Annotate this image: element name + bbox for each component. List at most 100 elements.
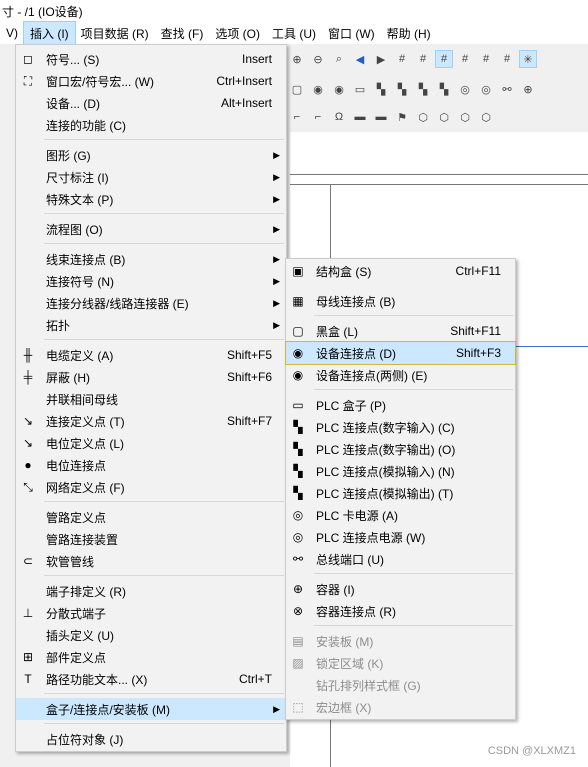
sub_menu-item[interactable]: ▚ PLC 连接点(数字输入) (C) bbox=[286, 416, 515, 438]
sub_menu-item[interactable]: ⚯ 总线端口 (U) bbox=[286, 548, 515, 570]
insert_menu-item[interactable]: 端子排定义 (R) bbox=[16, 580, 286, 602]
insert_menu-item[interactable]: 连接符号 (N) ▶ bbox=[16, 270, 286, 292]
menu-separator bbox=[44, 693, 284, 694]
insert_menu-item[interactable]: 连接分线器/线路连接器 (E) ▶ bbox=[16, 292, 286, 314]
insert_menu-item[interactable]: ⊥ 分散式端子 bbox=[16, 602, 286, 624]
insert_menu-item[interactable]: 流程图 (O) ▶ bbox=[16, 218, 286, 240]
device-both-icon[interactable]: ◉ bbox=[330, 80, 348, 98]
insert_menu-item-icon: ╪ bbox=[23, 370, 33, 384]
plc-dout-icon[interactable]: ▚ bbox=[393, 80, 411, 98]
insert_menu-item[interactable]: 拓扑 ▶ bbox=[16, 314, 286, 336]
plc-din-icon[interactable]: ▚ bbox=[372, 80, 390, 98]
sub_menu-item[interactable]: ◉ 设备连接点 (D) Shift+F3 bbox=[285, 341, 516, 365]
sub_menu-item[interactable]: ▚ PLC 连接点(模拟输入) (N) bbox=[286, 460, 515, 482]
insert_menu-item-icon bbox=[20, 251, 36, 267]
menu-options[interactable]: 选项 (O) bbox=[209, 22, 266, 45]
insert_menu-item[interactable]: ╫ 电缆定义 (A) Shift+F5 bbox=[16, 344, 286, 366]
insert_menu-item[interactable]: ⛶ 窗口宏/符号宏... (W) Ctrl+Insert bbox=[16, 70, 286, 92]
grid-d-icon[interactable]: # bbox=[456, 50, 474, 68]
menu-view[interactable]: V) bbox=[0, 23, 24, 43]
cube3-icon[interactable]: ⬡ bbox=[456, 108, 474, 126]
line-icon[interactable]: ▬ bbox=[351, 108, 369, 126]
cube-icon[interactable]: ⬡ bbox=[414, 108, 432, 126]
sub_menu-item[interactable]: ▣ 结构盒 (S) Ctrl+F11 bbox=[286, 260, 515, 282]
insert_menu-item[interactable]: ● 电位连接点 bbox=[16, 454, 286, 476]
sub_menu-item[interactable]: ▚ PLC 连接点(数字输出) (O) bbox=[286, 438, 515, 460]
grid-a-icon[interactable]: # bbox=[393, 50, 411, 68]
insert_menu-item[interactable]: ↘ 电位定义点 (L) bbox=[16, 432, 286, 454]
grid-c-icon[interactable]: # bbox=[435, 50, 453, 68]
insert_menu-item[interactable]: 占位符对象 (J) bbox=[16, 728, 286, 750]
plc-ain-icon[interactable]: ▚ bbox=[414, 80, 432, 98]
insert_menu-item[interactable]: 特殊文本 (P) ▶ bbox=[16, 188, 286, 210]
insert_menu-item[interactable]: 盒子/连接点/安装板 (M) ▶ bbox=[16, 698, 286, 720]
insert_menu-item[interactable]: 插头定义 (U) bbox=[16, 624, 286, 646]
sub_menu-item[interactable]: ▭ PLC 盒子 (P) bbox=[286, 394, 515, 416]
plc-aout-icon[interactable]: ▚ bbox=[435, 80, 453, 98]
omega-icon[interactable]: Ω bbox=[330, 108, 348, 126]
sub_menu-item[interactable]: ◎ PLC 连接点电源 (W) bbox=[286, 526, 515, 548]
plc-card-power-icon[interactable]: ◎ bbox=[456, 80, 474, 98]
insert_menu-item[interactable]: 设备... (D) Alt+Insert bbox=[16, 92, 286, 114]
insert_menu-item[interactable]: 管路定义点 bbox=[16, 506, 286, 528]
sub_menu-item[interactable]: ▚ PLC 连接点(模拟输出) (T) bbox=[286, 482, 515, 504]
insert_menu-item[interactable]: T 路径功能文本... (X) Ctrl+T bbox=[16, 668, 286, 690]
device-icon[interactable]: ▢ bbox=[288, 80, 306, 98]
container-icon[interactable]: ⊕ bbox=[519, 80, 537, 98]
grid-b-icon[interactable]: # bbox=[414, 50, 432, 68]
insert_menu-item[interactable]: 连接的功能 (C) bbox=[16, 114, 286, 136]
insert_menu-item[interactable]: 管路连接装置 bbox=[16, 528, 286, 550]
insert_menu-item[interactable]: 线束连接点 (B) ▶ bbox=[16, 248, 286, 270]
menu-find[interactable]: 查找 (F) bbox=[155, 22, 210, 45]
menu-tools[interactable]: 工具 (U) bbox=[266, 22, 322, 45]
insert_menu-item[interactable]: ⊞ 部件定义点 bbox=[16, 646, 286, 668]
insert_menu-item[interactable]: ◻ 符号... (S) Insert bbox=[16, 48, 286, 70]
toolbar-row-2: ▢ ◉ ◉ ▭ ▚ ▚ ▚ ▚ ◎ ◎ ⚯ ⊕ bbox=[284, 76, 537, 102]
sub_menu-item[interactable]: ◎ PLC 卡电源 (A) bbox=[286, 504, 515, 526]
flag-icon[interactable]: ⚑ bbox=[393, 108, 411, 126]
menu-insert[interactable]: 插入 (I) bbox=[23, 20, 76, 46]
grid-e-icon[interactable]: # bbox=[477, 50, 495, 68]
sub_menu-item[interactable]: ▦ 母线连接点 (B) bbox=[286, 290, 515, 312]
zoom-fit-icon[interactable]: ⌕ bbox=[330, 50, 348, 68]
plc-box-icon[interactable]: ▭ bbox=[351, 80, 369, 98]
sub_menu-item[interactable]: ▢ 黑盒 (L) Shift+F11 bbox=[286, 320, 515, 342]
sub_menu-item-icon: ▚ bbox=[293, 464, 303, 478]
insert_menu-item[interactable]: ╪ 屏蔽 (H) Shift+F6 bbox=[16, 366, 286, 388]
sub_menu-item-icon: ⊕ bbox=[292, 582, 304, 596]
insert_menu-item-icon: T bbox=[24, 672, 32, 686]
insert_menu-item-label: 占位符对象 (J) bbox=[46, 732, 124, 747]
arrow-left-icon[interactable]: ◀ bbox=[351, 50, 369, 68]
menu-project-data[interactable]: 项目数据 (R) bbox=[75, 22, 155, 45]
sub_menu-item[interactable]: ◉ 设备连接点(两侧) (E) bbox=[286, 364, 515, 386]
pipe2-icon[interactable]: ⌐ bbox=[309, 108, 327, 126]
insert_menu-item[interactable]: ⤡ 网络定义点 (F) bbox=[16, 476, 286, 498]
sub_menu-item[interactable]: ⊕ 容器 (I) bbox=[286, 578, 515, 600]
menu-separator bbox=[314, 315, 513, 316]
insert_menu-item[interactable]: ↘ 连接定义点 (T) Shift+F7 bbox=[16, 410, 286, 432]
insert_menu-item-label: 连接符号 (N) bbox=[46, 274, 114, 289]
insert_menu-item-label: 电位定义点 (L) bbox=[46, 436, 125, 451]
cube4-icon[interactable]: ⬡ bbox=[477, 108, 495, 126]
insert_menu-item[interactable]: ⊂ 软管管线 bbox=[16, 550, 286, 572]
menu-window[interactable]: 窗口 (W) bbox=[322, 22, 381, 45]
plc-power-icon[interactable]: ◎ bbox=[477, 80, 495, 98]
line2-icon[interactable]: ▬ bbox=[372, 108, 390, 126]
snap-icon[interactable]: ✳ bbox=[519, 50, 537, 68]
insert_menu-item[interactable]: 图形 (G) ▶ bbox=[16, 144, 286, 166]
insert_menu-item[interactable]: 并联相间母线 bbox=[16, 388, 286, 410]
bus-port-icon[interactable]: ⚯ bbox=[498, 80, 516, 98]
cube2-icon[interactable]: ⬡ bbox=[435, 108, 453, 126]
insert_menu-item[interactable]: 尺寸标注 (I) ▶ bbox=[16, 166, 286, 188]
arrow-right-icon[interactable]: ▶ bbox=[372, 50, 390, 68]
zoom-in-icon[interactable]: ⊕ bbox=[288, 50, 306, 68]
device-connection-icon[interactable]: ◉ bbox=[309, 80, 327, 98]
sub_menu-item[interactable]: ⊗ 容器连接点 (R) bbox=[286, 600, 515, 622]
pipe-icon[interactable]: ⌐ bbox=[288, 108, 306, 126]
grid-toggle-icon[interactable]: # bbox=[498, 50, 516, 68]
menu-separator bbox=[44, 575, 284, 576]
zoom-out-icon[interactable]: ⊖ bbox=[309, 50, 327, 68]
sub_menu-item-icon: ◉ bbox=[292, 346, 304, 360]
insert_menu-item-shortcut: Insert bbox=[241, 52, 272, 66]
menu-help[interactable]: 帮助 (H) bbox=[381, 22, 437, 45]
